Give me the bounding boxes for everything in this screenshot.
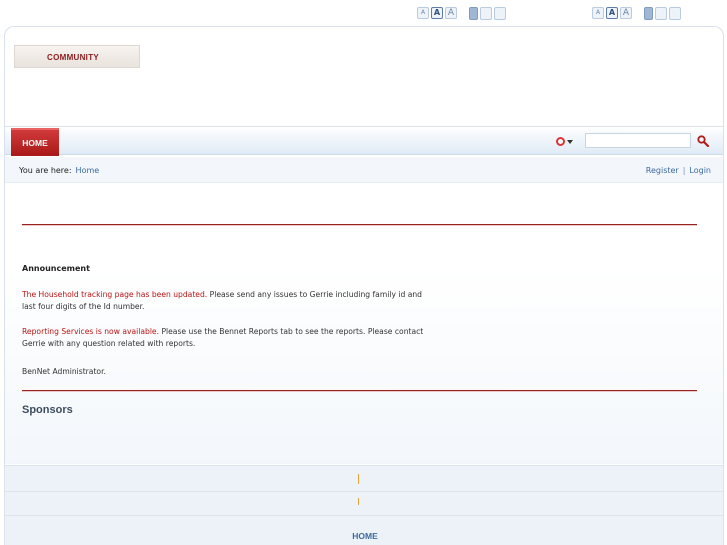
login-link[interactable]: Login [689, 166, 711, 175]
font-width-controls-left: A A A [417, 6, 506, 20]
link-separator: | [682, 166, 686, 175]
announcement-top-divider [22, 224, 697, 225]
announcement-title: Announcement [22, 264, 90, 273]
user-links: Register | Login [646, 166, 711, 175]
site-logo[interactable]: COMMUNITY [14, 45, 140, 68]
breadcrumb-home-link[interactable]: Home [76, 166, 100, 175]
width-wide-button[interactable] [669, 6, 681, 20]
footer-divider-tick [358, 474, 359, 484]
magnifier-icon [697, 134, 709, 147]
announcement-item-household: The Household tracking page has been upd… [22, 289, 432, 313]
register-link[interactable]: Register [646, 166, 679, 175]
search-scope-dropdown[interactable] [556, 136, 580, 147]
search-input[interactable] [585, 133, 691, 148]
font-size-large-button[interactable]: A [620, 7, 632, 19]
main-content: Announcement The Household tracking page… [5, 184, 723, 464]
page-frame: COMMUNITY HOME You are here: Home Regist… [4, 26, 724, 545]
breadcrumb-bar: You are here: Home Register | Login [5, 157, 723, 183]
footer-divider-tick [358, 498, 359, 505]
main-navigation: HOME [5, 126, 723, 156]
announcement-item-highlight: The Household tracking page has been upd… [22, 290, 208, 299]
sponsors-heading: Sponsors [22, 404, 73, 416]
search-scope-icon [556, 137, 565, 146]
font-width-controls-right: A A A [592, 6, 681, 20]
announcement-item-reporting: Reporting Services is now available. Ple… [22, 326, 432, 350]
font-size-small-button[interactable]: A [592, 7, 604, 19]
breadcrumb: You are here: Home [19, 166, 99, 175]
logo-text: COMMUNITY [47, 53, 100, 62]
font-size-large-button[interactable]: A [445, 7, 457, 19]
chevron-down-icon [567, 139, 573, 144]
announcement-item-highlight: Reporting Services is now available. [22, 327, 160, 336]
footer-band-middle [5, 491, 723, 515]
search-button[interactable] [695, 133, 711, 148]
footer-home-link[interactable]: HOME [5, 531, 723, 541]
width-medium-button[interactable] [655, 6, 667, 20]
announcement-bottom-divider [22, 390, 697, 391]
footer-band-upper [5, 465, 723, 491]
announcement-signature: BenNet Administrator. [22, 367, 106, 376]
font-size-small-button[interactable]: A [417, 7, 429, 19]
width-medium-button[interactable] [480, 6, 492, 20]
width-narrow-button[interactable] [469, 6, 478, 20]
font-size-medium-button[interactable]: A [431, 7, 443, 19]
breadcrumb-prefix: You are here: [19, 166, 72, 175]
footer-band-lower: HOME [5, 515, 723, 545]
width-narrow-button[interactable] [644, 6, 653, 20]
width-wide-button[interactable] [494, 6, 506, 20]
font-size-medium-button[interactable]: A [606, 7, 618, 19]
tab-home[interactable]: HOME [11, 128, 59, 156]
